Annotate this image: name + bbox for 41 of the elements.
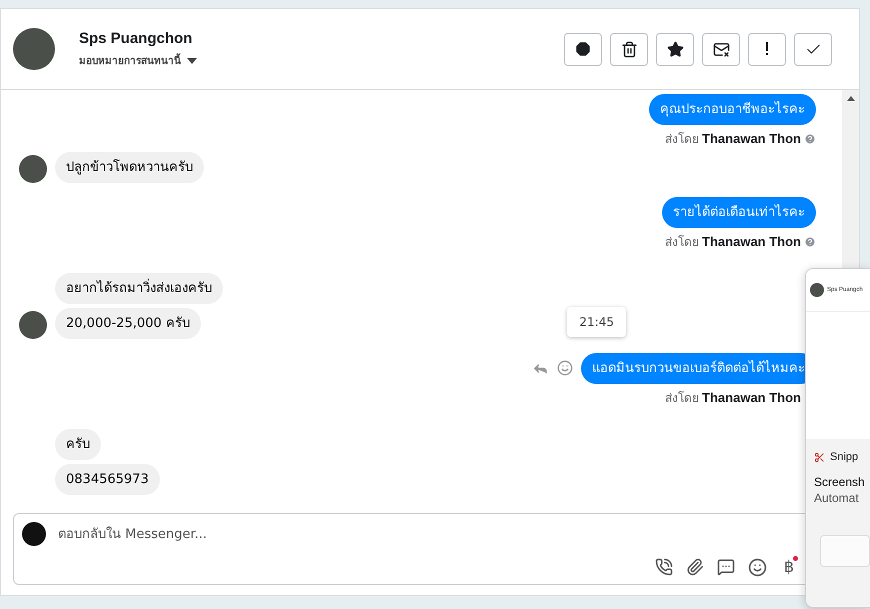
message-bubble: ปลูกข้าวโพดหวานครับ bbox=[55, 152, 204, 183]
message-bubble: 0834565973 bbox=[55, 464, 160, 495]
help-icon[interactable] bbox=[804, 132, 816, 144]
report-button[interactable] bbox=[564, 32, 602, 66]
sender-name: Thanawan Thon bbox=[702, 390, 801, 405]
smiley-icon[interactable] bbox=[557, 360, 573, 376]
message-bubble: อยากได้รถมาวิ่งส่งเองครับ bbox=[55, 273, 223, 304]
star-icon bbox=[666, 40, 684, 58]
sender-name: Thanawan Thon bbox=[702, 234, 801, 249]
sent-by-label: ส่งโดย bbox=[665, 131, 700, 148]
contact-avatar bbox=[13, 28, 55, 70]
time-tooltip: 21:45 bbox=[567, 307, 626, 337]
attach-button[interactable] bbox=[686, 556, 704, 578]
help-icon[interactable] bbox=[804, 236, 816, 248]
message-bubble: คุณประกอบอาชีพอะไรคะ bbox=[649, 94, 816, 125]
notification-title: Screensh bbox=[813, 475, 866, 489]
emoji-button[interactable] bbox=[748, 556, 767, 578]
payment-button[interactable]: ฿ bbox=[780, 556, 798, 578]
envelope-icon bbox=[712, 40, 730, 58]
alert-icon bbox=[574, 40, 592, 58]
message-bubble: ครับ bbox=[55, 429, 101, 460]
call-button[interactable] bbox=[655, 556, 673, 578]
sent-by-label: ส่งโดย bbox=[665, 234, 700, 251]
app-name: Snipp bbox=[830, 451, 858, 463]
caret-icon bbox=[187, 58, 197, 64]
sender-name: Thanawan Thon bbox=[702, 131, 801, 146]
contact-avatar bbox=[810, 283, 824, 297]
page-avatar bbox=[22, 522, 46, 546]
message-bubble: 20,000-25,000 ครับ bbox=[55, 308, 201, 339]
scroll-up-icon[interactable] bbox=[846, 96, 854, 101]
sent-by-label: ส่งโดย bbox=[665, 390, 700, 407]
trash-icon bbox=[620, 40, 638, 58]
exclamation-icon bbox=[765, 42, 769, 56]
notification-body: Automat bbox=[813, 490, 860, 507]
star-button[interactable] bbox=[656, 32, 694, 66]
mail-button[interactable] bbox=[702, 32, 740, 66]
contact-name: Sps Puangchon bbox=[79, 30, 194, 47]
assign-dropdown[interactable]: มอบหมายการสนทนานี้ bbox=[79, 53, 552, 68]
scissors-icon bbox=[814, 452, 825, 462]
delete-button[interactable] bbox=[610, 32, 648, 66]
message-bubble: รายได้ต่อเดือนเท่าไรคะ bbox=[662, 197, 816, 228]
